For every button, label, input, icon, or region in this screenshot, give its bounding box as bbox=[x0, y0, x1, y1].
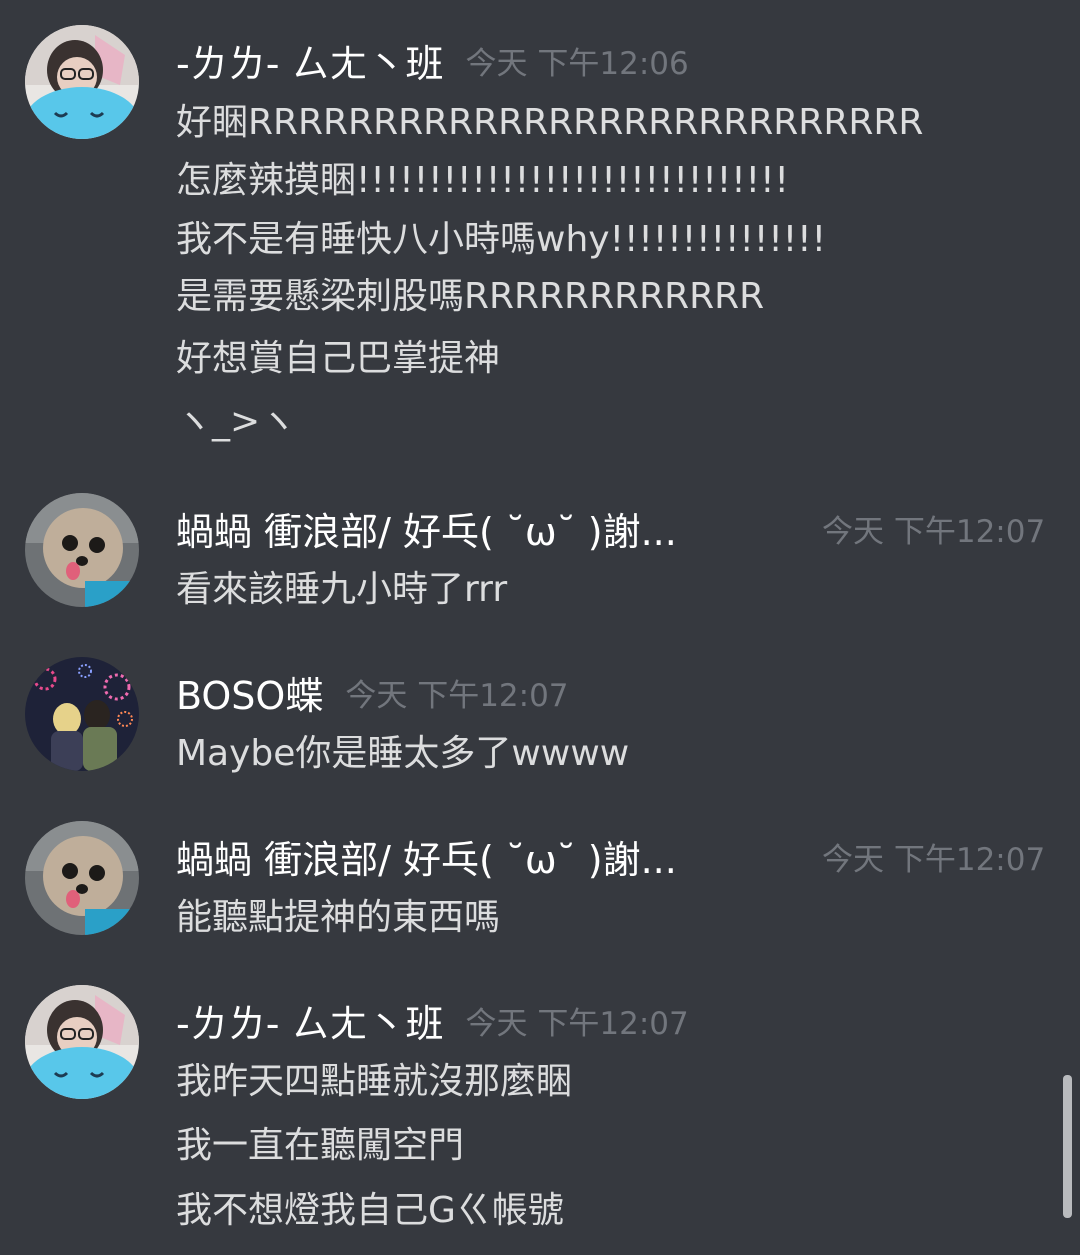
user-avatar-girl-glasses[interactable] bbox=[25, 25, 139, 139]
message-text[interactable]: ヽ_>ヽ bbox=[176, 400, 296, 444]
chat-message-list[interactable]: -ㄌㄌ- ㄙㄤ丶班 今天 下午12:06 好睏RRRRRRRRRRRRRRRRR… bbox=[0, 0, 1080, 1255]
message-text[interactable]: 我不是有睡快八小時嗎why!!!!!!!!!!!!!!! bbox=[176, 218, 826, 262]
username[interactable]: 蝸蝸 衝浪部/ 好乓( ˘ω˘ )謝... bbox=[176, 829, 677, 884]
message-text[interactable]: 能聽點提神的東西嗎 bbox=[176, 896, 500, 940]
message-header: BOSO蝶 今天 下午12:07 bbox=[176, 660, 569, 724]
username[interactable]: -ㄌㄌ- ㄙㄤ丶班 bbox=[176, 993, 444, 1048]
timestamp: 今天 下午12:07 bbox=[465, 1005, 689, 1042]
username[interactable]: BOSO蝶 bbox=[176, 665, 323, 720]
user-avatar-fireworks[interactable] bbox=[25, 657, 139, 771]
message-text[interactable]: 好睏RRRRRRRRRRRRRRRRRRRRRRRRRRR bbox=[176, 101, 923, 145]
message-header: -ㄌㄌ- ㄙㄤ丶班 今天 下午12:07 bbox=[176, 988, 689, 1052]
timestamp: 今天 下午12:07 bbox=[822, 513, 1046, 550]
message-text[interactable]: Maybe你是睡太多了wwww bbox=[176, 732, 629, 776]
timestamp: 今天 下午12:07 bbox=[822, 841, 1046, 878]
message-text[interactable]: 好想賞自己巴掌提神 bbox=[176, 337, 500, 381]
message-header: -ㄌㄌ- ㄙㄤ丶班 今天 下午12:06 bbox=[176, 28, 689, 92]
message-header: 蝸蝸 衝浪部/ 好乓( ˘ω˘ )謝... 今天 下午12:07 bbox=[176, 824, 1056, 888]
message-text[interactable]: 我昨天四點睡就沒那麼睏 bbox=[176, 1060, 572, 1104]
user-avatar-dog[interactable] bbox=[25, 821, 139, 935]
message-text[interactable]: 我不想燈我自己Gㄍ帳號 bbox=[176, 1189, 564, 1233]
message-text[interactable]: 怎麼辣摸睏!!!!!!!!!!!!!!!!!!!!!!!!!!!!!! bbox=[176, 159, 789, 203]
message-text[interactable]: 我一直在聽闖空門 bbox=[176, 1124, 464, 1168]
user-avatar-girl-glasses[interactable] bbox=[25, 985, 139, 1099]
message-text[interactable]: 看來該睡九小時了rrr bbox=[176, 568, 507, 612]
username[interactable]: -ㄌㄌ- ㄙㄤ丶班 bbox=[176, 33, 444, 88]
user-avatar-dog[interactable] bbox=[25, 493, 139, 607]
timestamp: 今天 下午12:06 bbox=[465, 45, 689, 82]
scrollbar-thumb[interactable] bbox=[1063, 1075, 1072, 1218]
username[interactable]: 蝸蝸 衝浪部/ 好乓( ˘ω˘ )謝... bbox=[176, 501, 677, 556]
message-header: 蝸蝸 衝浪部/ 好乓( ˘ω˘ )謝... 今天 下午12:07 bbox=[176, 496, 1056, 560]
timestamp: 今天 下午12:07 bbox=[345, 677, 569, 714]
message-text[interactable]: 是需要懸梁刺股嗎RRRRRRRRRRRR bbox=[176, 275, 764, 319]
